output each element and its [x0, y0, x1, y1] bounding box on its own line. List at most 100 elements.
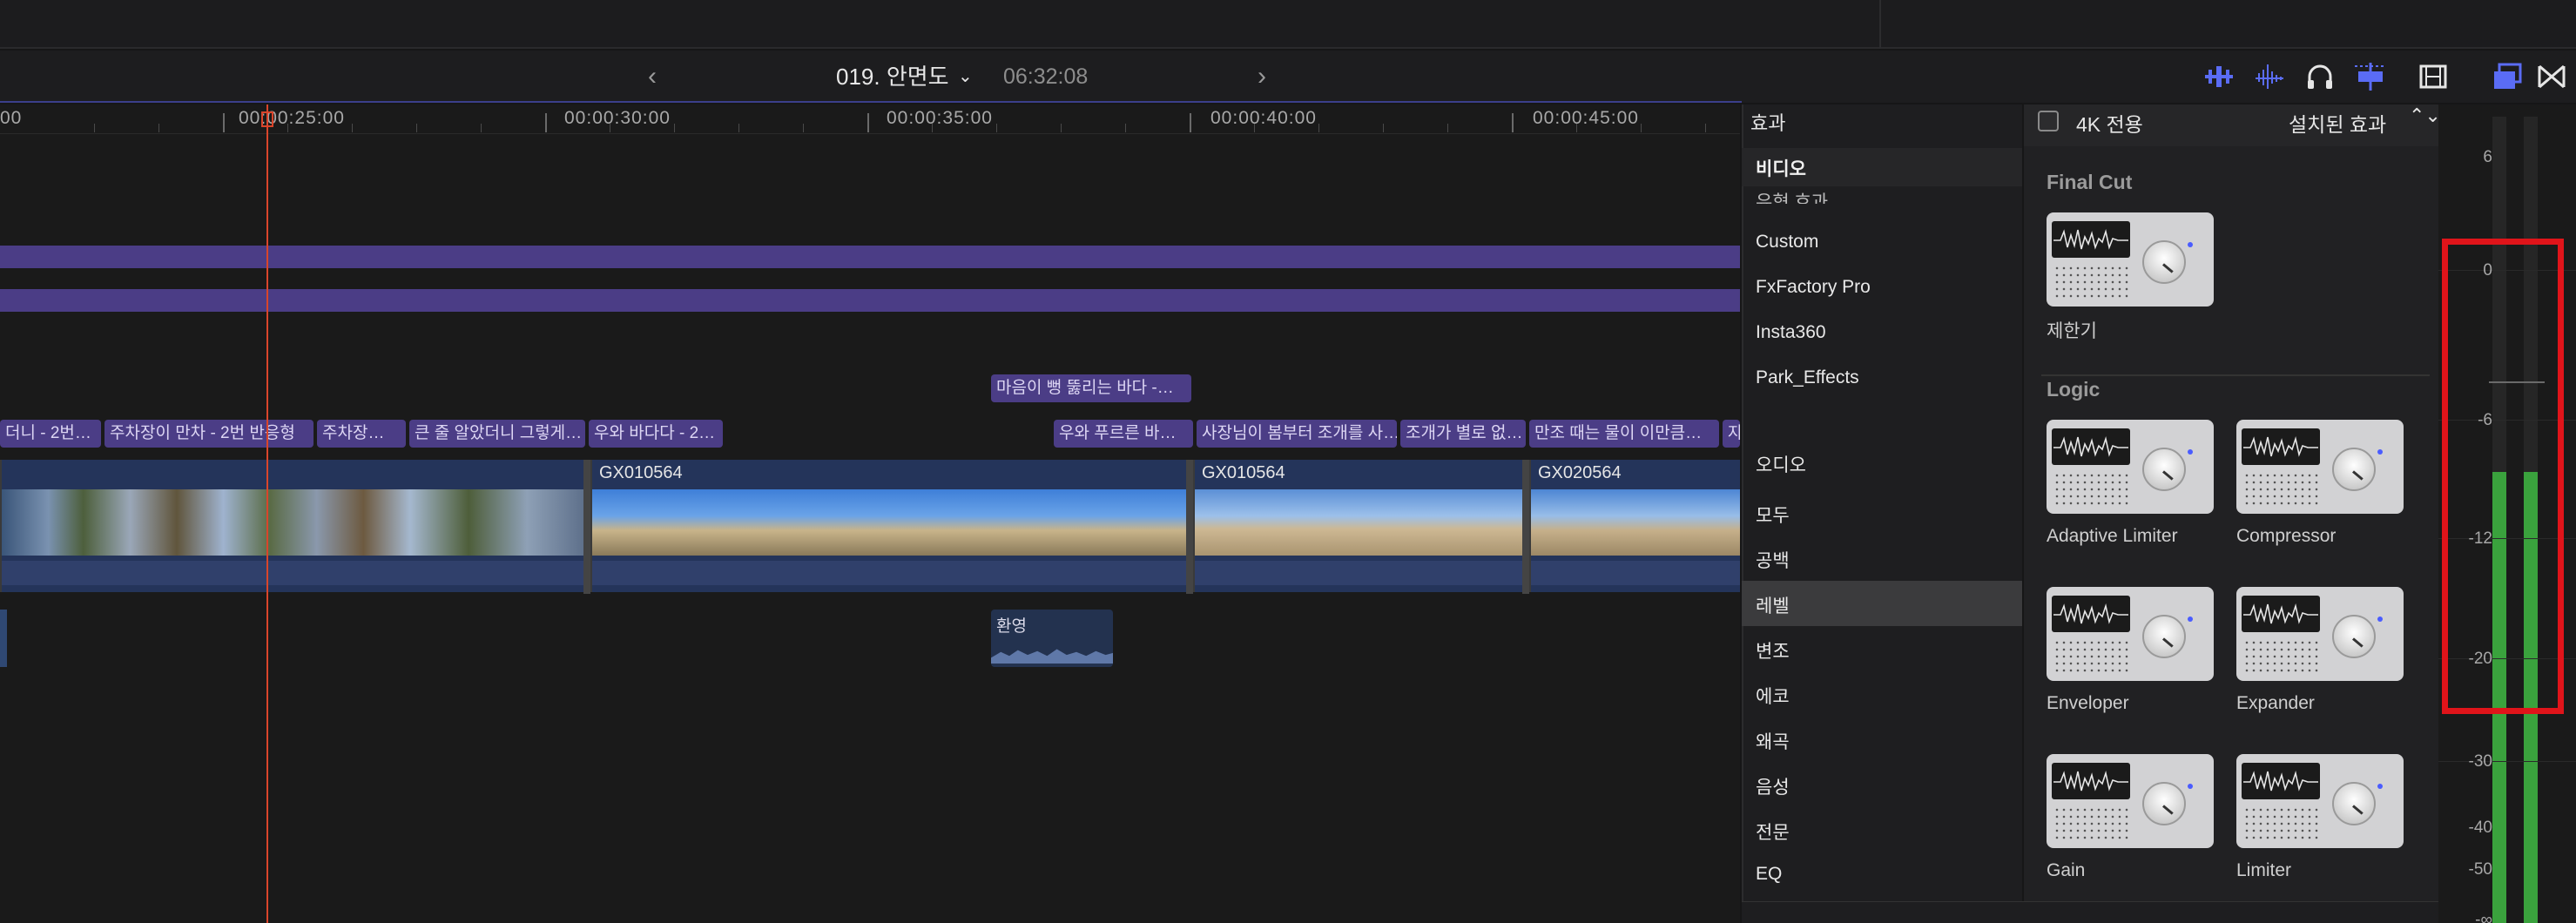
- waveform-screen-icon: [2052, 596, 2130, 632]
- title-clip[interactable]: 주차장이 만차 - 2번 반응형: [105, 420, 314, 448]
- video-clip-label: GX010564: [1202, 463, 1285, 482]
- ruler-label: 00:00:35:00: [887, 108, 993, 128]
- video-clip-label: GX010564: [599, 463, 683, 482]
- ruler-minor-tick: [1318, 124, 1319, 132]
- section-divider: [2041, 374, 2430, 376]
- title-clip[interactable]: 조개가 별로 없…: [1400, 420, 1526, 448]
- ruler-tick: [545, 113, 547, 132]
- playhead-handle[interactable]: [261, 111, 273, 127]
- ruler-tick: [867, 113, 869, 132]
- ruler-tick: [1190, 113, 1191, 132]
- effect-thumbnail[interactable]: [2047, 420, 2214, 514]
- effects-panel-title: 효과: [1750, 112, 1786, 134]
- indicator-dot-icon: [2377, 449, 2383, 455]
- title-clip[interactable]: 사장님이 봄부터 조개를 사…: [1197, 420, 1397, 448]
- effect-thumbnail[interactable]: [2047, 587, 2214, 681]
- clip-appearance-icon[interactable]: [2202, 59, 2236, 94]
- audio-waveform: [991, 649, 1113, 664]
- category-item[interactable]: 모두: [1756, 502, 1790, 528]
- speaker-grille-icon: [2053, 265, 2128, 300]
- title-clip[interactable]: 더니 - 2번…: [0, 420, 101, 448]
- category-item[interactable]: Insta360: [1756, 322, 1826, 343]
- knob-icon: [2142, 448, 2186, 491]
- connected-title-clip[interactable]: [0, 246, 1740, 268]
- effect-thumbnail[interactable]: [2236, 754, 2404, 848]
- ruler-minor-tick: [94, 124, 95, 132]
- video-clip[interactable]: [0, 460, 585, 592]
- category-item[interactable]: Custom: [1756, 232, 1818, 253]
- clip-thumbnails: [1531, 489, 1740, 556]
- speaker-grille-icon: [2243, 806, 2318, 841]
- category-item[interactable]: 공백: [1756, 547, 1790, 573]
- category-item[interactable]: 음성: [1756, 773, 1790, 799]
- effects-browser-icon[interactable]: [2491, 59, 2525, 94]
- waveform-screen-icon: [2242, 428, 2320, 465]
- meter-label: -∞: [2475, 911, 2492, 923]
- effect-name: Limiter: [2236, 860, 2292, 880]
- effect-name: 제한기: [2047, 321, 2097, 341]
- transitions-browser-icon[interactable]: [2534, 59, 2569, 94]
- title-clip[interactable]: 마음이 뻥 뚫리는 바다 -…: [991, 374, 1191, 402]
- project-duration: 06:32:08: [1003, 64, 1089, 89]
- installed-effects-dropdown[interactable]: 설치된 효과: [2289, 108, 2386, 138]
- connected-title-clip[interactable]: [0, 289, 1740, 312]
- effect-thumbnail[interactable]: [2047, 212, 2214, 307]
- section-title: Final Cut: [2047, 171, 2133, 193]
- ruler-minor-tick: [996, 124, 997, 132]
- title-clip[interactable]: 만조 때는 물이 이만큼…: [1529, 420, 1719, 448]
- ruler-minor-tick: [158, 124, 159, 132]
- category-item[interactable]: FxFactory Pro: [1756, 277, 1871, 298]
- waveform-screen-icon: [2242, 596, 2320, 632]
- title-clip[interactable]: 주차장…: [317, 420, 406, 448]
- video-clip[interactable]: GX010564: [590, 460, 1188, 592]
- 4k-only-label: 4K 전용: [2076, 113, 2143, 136]
- updown-chevron-icon[interactable]: ⌃⌄: [2409, 104, 2441, 127]
- meter-gridline: [2438, 761, 2576, 762]
- 4k-only-checkbox[interactable]: [2038, 111, 2059, 131]
- chevron-down-icon[interactable]: ⌄: [958, 51, 973, 103]
- next-project-button[interactable]: ›: [1258, 51, 1266, 103]
- meter-label: -50: [2468, 860, 2492, 879]
- clip-divider: [1186, 460, 1193, 594]
- ruler-minor-tick: [416, 124, 417, 132]
- title-clip[interactable]: 자: [1723, 420, 1740, 448]
- ruler-tick: [223, 113, 225, 132]
- skimming-icon[interactable]: [2353, 59, 2388, 94]
- ruler-label: 00: [0, 108, 23, 128]
- video-clip[interactable]: GX010564: [1193, 460, 1522, 592]
- audio-waveform-icon[interactable]: [2252, 59, 2287, 94]
- title-clip[interactable]: 큰 줄 알았더니 그렇게…: [409, 420, 585, 448]
- video-clip[interactable]: GX020564: [1529, 460, 1740, 592]
- audio-clip[interactable]: 환영: [991, 610, 1113, 667]
- effect-thumbnail[interactable]: [2236, 587, 2404, 681]
- title-clip[interactable]: 우와 바다다 - 2…: [589, 420, 723, 448]
- audio-clip-stub[interactable]: [0, 610, 7, 667]
- effect-thumbnail[interactable]: [2047, 754, 2214, 848]
- ruler-minor-tick: [1641, 124, 1642, 132]
- category-item[interactable]: 유형 효과: [1756, 188, 1828, 204]
- category-item[interactable]: 왜곡: [1756, 728, 1790, 754]
- meter-highlight-box: [2442, 239, 2564, 714]
- playhead[interactable]: [266, 104, 268, 923]
- category-item[interactable]: 에코: [1756, 683, 1790, 709]
- headphones-icon[interactable]: [2303, 59, 2337, 94]
- knob-icon: [2332, 615, 2376, 658]
- waveform-screen-icon: [2052, 763, 2130, 799]
- category-item[interactable]: 변조: [1756, 637, 1790, 664]
- clip-divider: [583, 460, 590, 594]
- category-item[interactable]: Park_Effects: [1756, 367, 1859, 388]
- effects-search-bar[interactable]: [1742, 901, 2438, 923]
- film-strip-icon[interactable]: [2416, 59, 2451, 94]
- effect-thumbnail[interactable]: [2236, 420, 2404, 514]
- waveform-screen-icon: [2052, 221, 2130, 258]
- category-item[interactable]: EQ: [1756, 864, 1782, 885]
- ruler-minor-tick: [1125, 124, 1126, 132]
- project-title[interactable]: 019. 안면도: [836, 51, 949, 103]
- title-clip[interactable]: 우와 푸르른 바…: [1054, 420, 1193, 448]
- category-item-selected[interactable]: 레벨: [1756, 592, 1790, 618]
- previous-project-button[interactable]: ‹: [648, 51, 657, 103]
- category-item[interactable]: 전문: [1756, 819, 1790, 845]
- knob-icon: [2142, 782, 2186, 825]
- indicator-dot-icon: [2188, 784, 2193, 789]
- ruler-label: 00:00:45:00: [1533, 108, 1639, 128]
